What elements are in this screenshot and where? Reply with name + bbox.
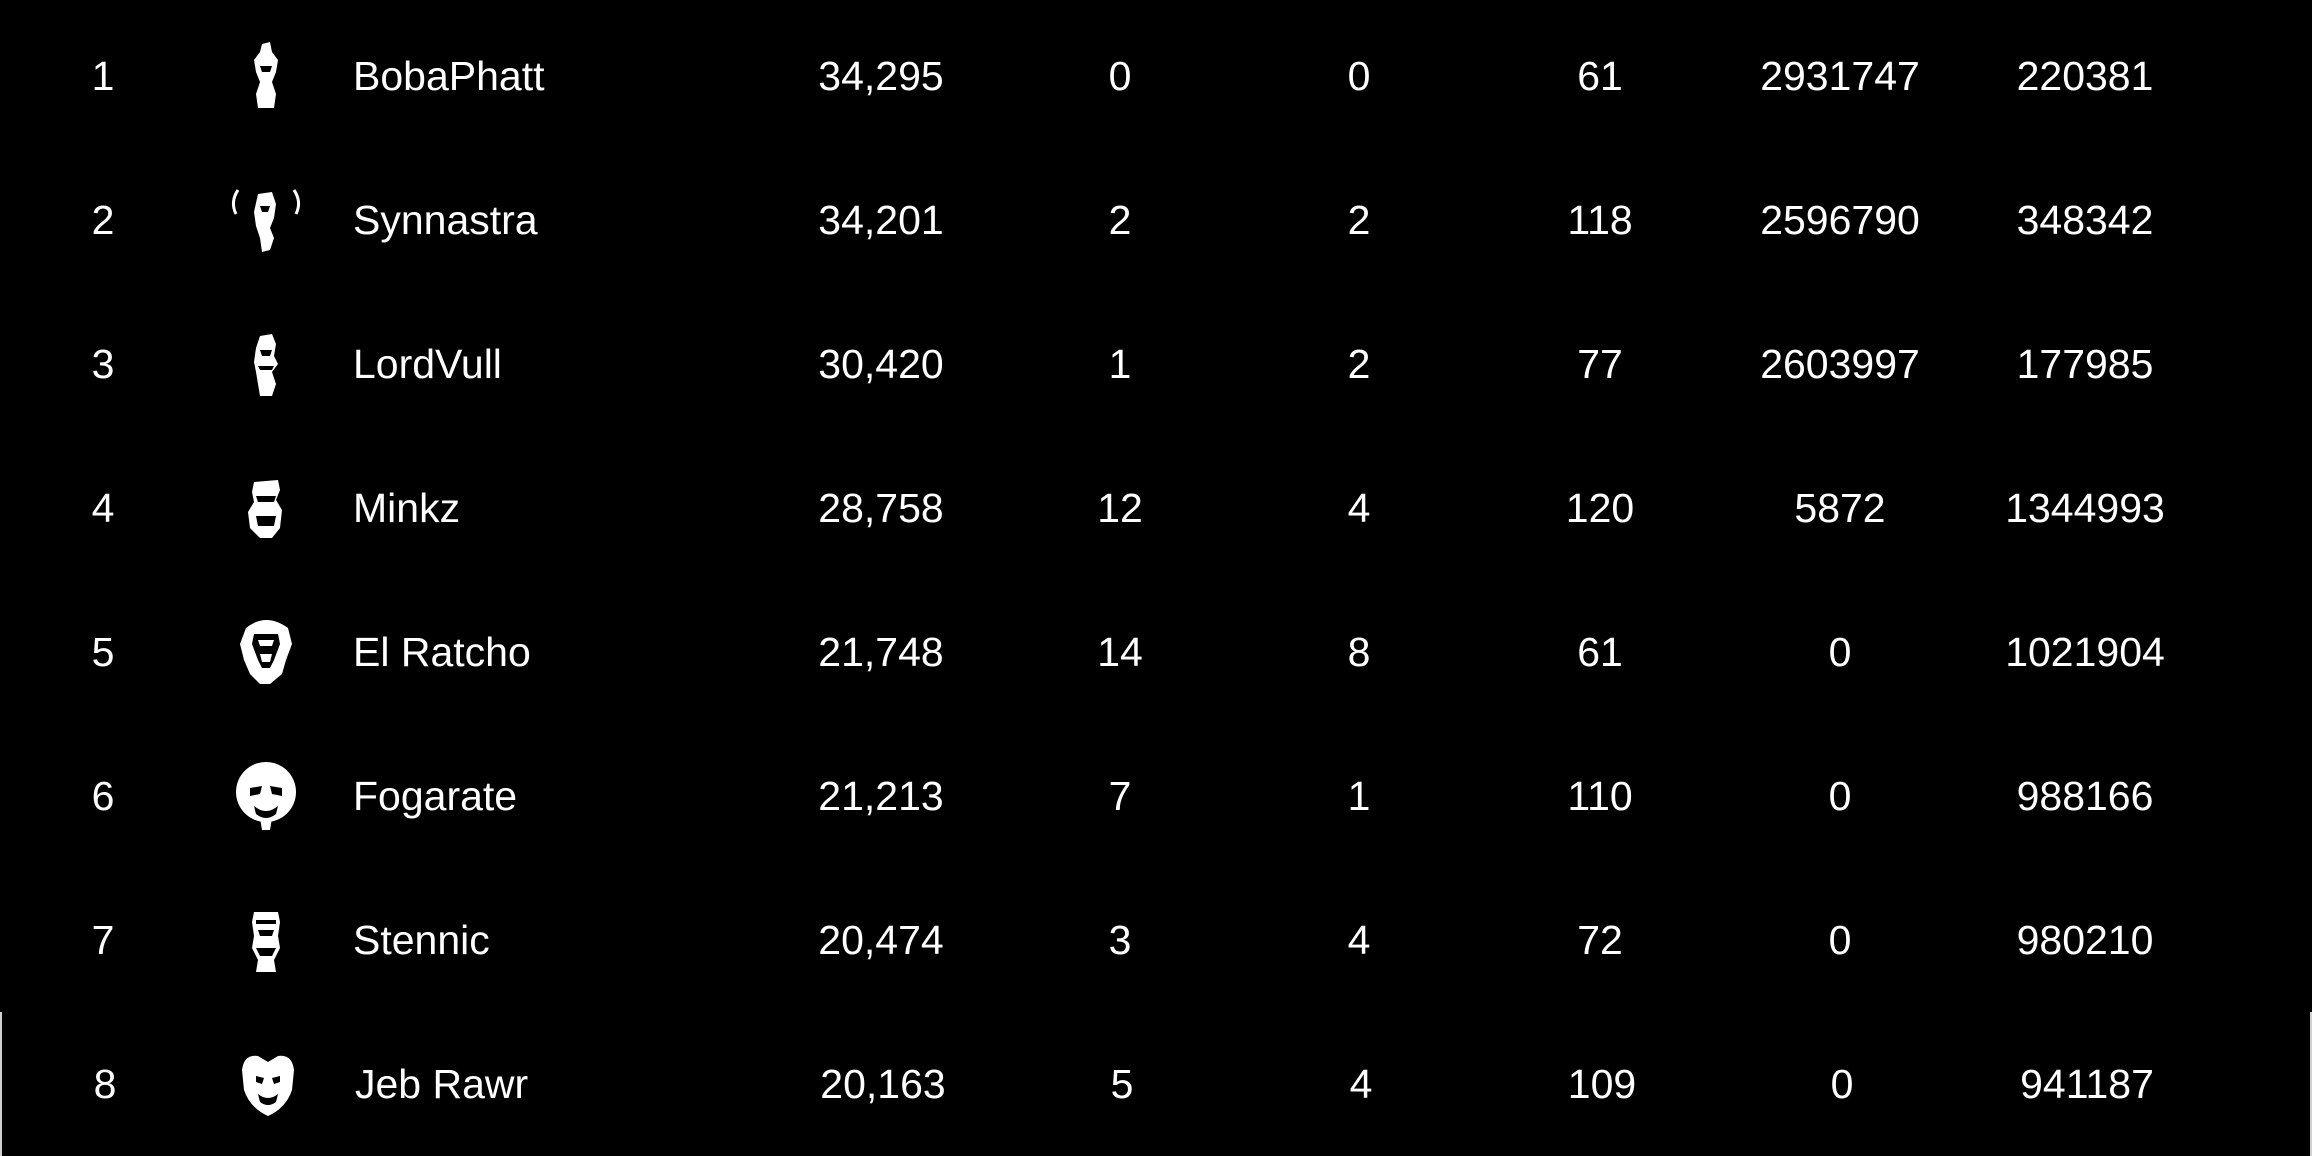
score: 34,295 [818,53,944,99]
deaths: 4 [1347,917,1371,963]
healing: 220381 [2016,53,2154,99]
healing: 988166 [2016,773,2154,819]
rank: 8 [93,1061,117,1107]
rank: 3 [91,341,115,387]
stennic-avatar-icon [226,902,306,978]
player-row[interactable]: 7 Stennic 20,474 3 4 72 0 980210 [0,868,2312,1012]
healing: 177985 [2016,341,2154,387]
player-row[interactable]: 3 LordVull 30,420 1 2 77 2603997 177985 [0,292,2312,436]
jeb-rawr-avatar-icon [228,1046,308,1122]
player-name: El Ratcho [353,629,531,675]
minkz-avatar-icon [226,470,306,546]
assists: 110 [1567,773,1633,819]
score: 20,474 [818,917,944,963]
player-name: Minkz [353,485,461,531]
kills: 14 [1097,629,1143,675]
kills: 2 [1108,197,1132,243]
healing: 941187 [2020,1061,2154,1107]
player-name: BobaPhatt [353,53,545,99]
player-name: Synnastra [353,197,538,243]
score: 21,748 [818,629,944,675]
rank: 1 [91,53,115,99]
deaths: 4 [1349,1061,1373,1107]
score: 20,163 [820,1061,946,1107]
healing: 1344993 [2005,485,2165,531]
rank: 4 [91,485,115,531]
lordvull-avatar-icon [226,326,306,402]
kills: 7 [1108,773,1132,819]
deaths: 2 [1347,341,1371,387]
damage: 2603997 [1760,341,1920,387]
score: 34,201 [818,197,944,243]
score: 30,420 [818,341,944,387]
damage: 0 [1828,773,1852,819]
score: 28,758 [818,485,944,531]
deaths: 8 [1347,629,1371,675]
kills: 0 [1108,53,1132,99]
assists: 109 [1567,1061,1637,1107]
el-ratcho-avatar-icon [226,614,306,690]
player-row[interactable]: 4 Minkz 28,758 12 4 120 5872 1344993 [0,436,2312,580]
damage: 2931747 [1760,53,1920,99]
player-row[interactable]: 5 El Ratcho 21,748 14 8 61 0 1021904 [0,580,2312,724]
assists: 72 [1577,917,1623,963]
rank: 2 [91,197,115,243]
synnastra-avatar-icon [226,182,306,258]
healing: 980210 [2016,917,2154,963]
kills: 1 [1108,341,1132,387]
assists: 120 [1565,485,1635,531]
damage: 5872 [1794,485,1886,531]
player-name: Jeb Rawr [355,1061,529,1107]
assists: 61 [1577,53,1623,99]
damage: 0 [1830,1061,1854,1107]
rank: 5 [91,629,115,675]
kills: 12 [1097,485,1143,531]
player-row[interactable]: 2 Synnastra 34,201 2 2 118 2596790 34834… [0,148,2312,292]
healing: 348342 [2016,197,2154,243]
assists: 77 [1577,341,1623,387]
damage: 2596790 [1760,197,1920,243]
player-row[interactable]: 6 Fogarate 21,213 7 1 110 0 988166 [0,724,2312,868]
rank: 7 [91,917,115,963]
player-name: Stennic [353,917,490,963]
player-name: LordVull [353,341,502,387]
assists: 61 [1577,629,1623,675]
kills: 5 [1110,1061,1134,1107]
player-row-highlighted[interactable]: 8 Jeb Rawr 20,163 5 4 109 0 941187 [0,1012,2312,1156]
deaths: 2 [1347,197,1371,243]
damage: 0 [1828,917,1852,963]
kills: 3 [1108,917,1132,963]
deaths: 0 [1347,53,1371,99]
deaths: 4 [1347,485,1371,531]
fogarate-avatar-icon [226,758,306,834]
scoreboard: 1 BobaPhatt 34,295 0 0 61 2931747 220381… [0,0,2312,1156]
score: 21,213 [818,773,944,819]
rank: 6 [91,773,115,819]
deaths: 1 [1347,773,1371,819]
healing: 1021904 [2005,629,2165,675]
bobaphatt-avatar-icon [226,38,306,114]
damage: 0 [1828,629,1852,675]
player-name: Fogarate [353,773,518,819]
player-row[interactable]: 1 BobaPhatt 34,295 0 0 61 2931747 220381 [0,4,2312,148]
assists: 118 [1567,197,1633,243]
